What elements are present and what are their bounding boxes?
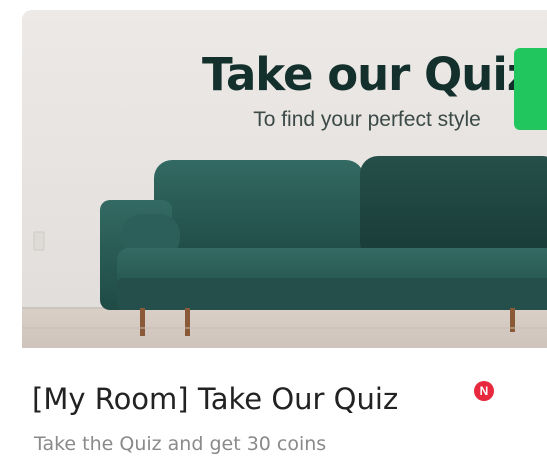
quiz-description: Take the Quiz and get 30 coins xyxy=(34,433,327,455)
banner-title: Take our Quiz xyxy=(202,48,533,101)
quiz-info: [My Room] Take Our Quiz N Take the Quiz … xyxy=(22,348,547,473)
quiz-title[interactable]: [My Room] Take Our Quiz xyxy=(32,382,398,416)
quiz-card[interactable]: Take our Quiz To find your perfect style… xyxy=(22,10,547,473)
new-badge: N xyxy=(474,381,494,401)
banner-subtitle: To find your perfect style xyxy=(253,108,481,131)
quiz-banner-image[interactable]: Take our Quiz To find your perfect style xyxy=(22,10,547,348)
start-quiz-button[interactable] xyxy=(514,48,547,130)
